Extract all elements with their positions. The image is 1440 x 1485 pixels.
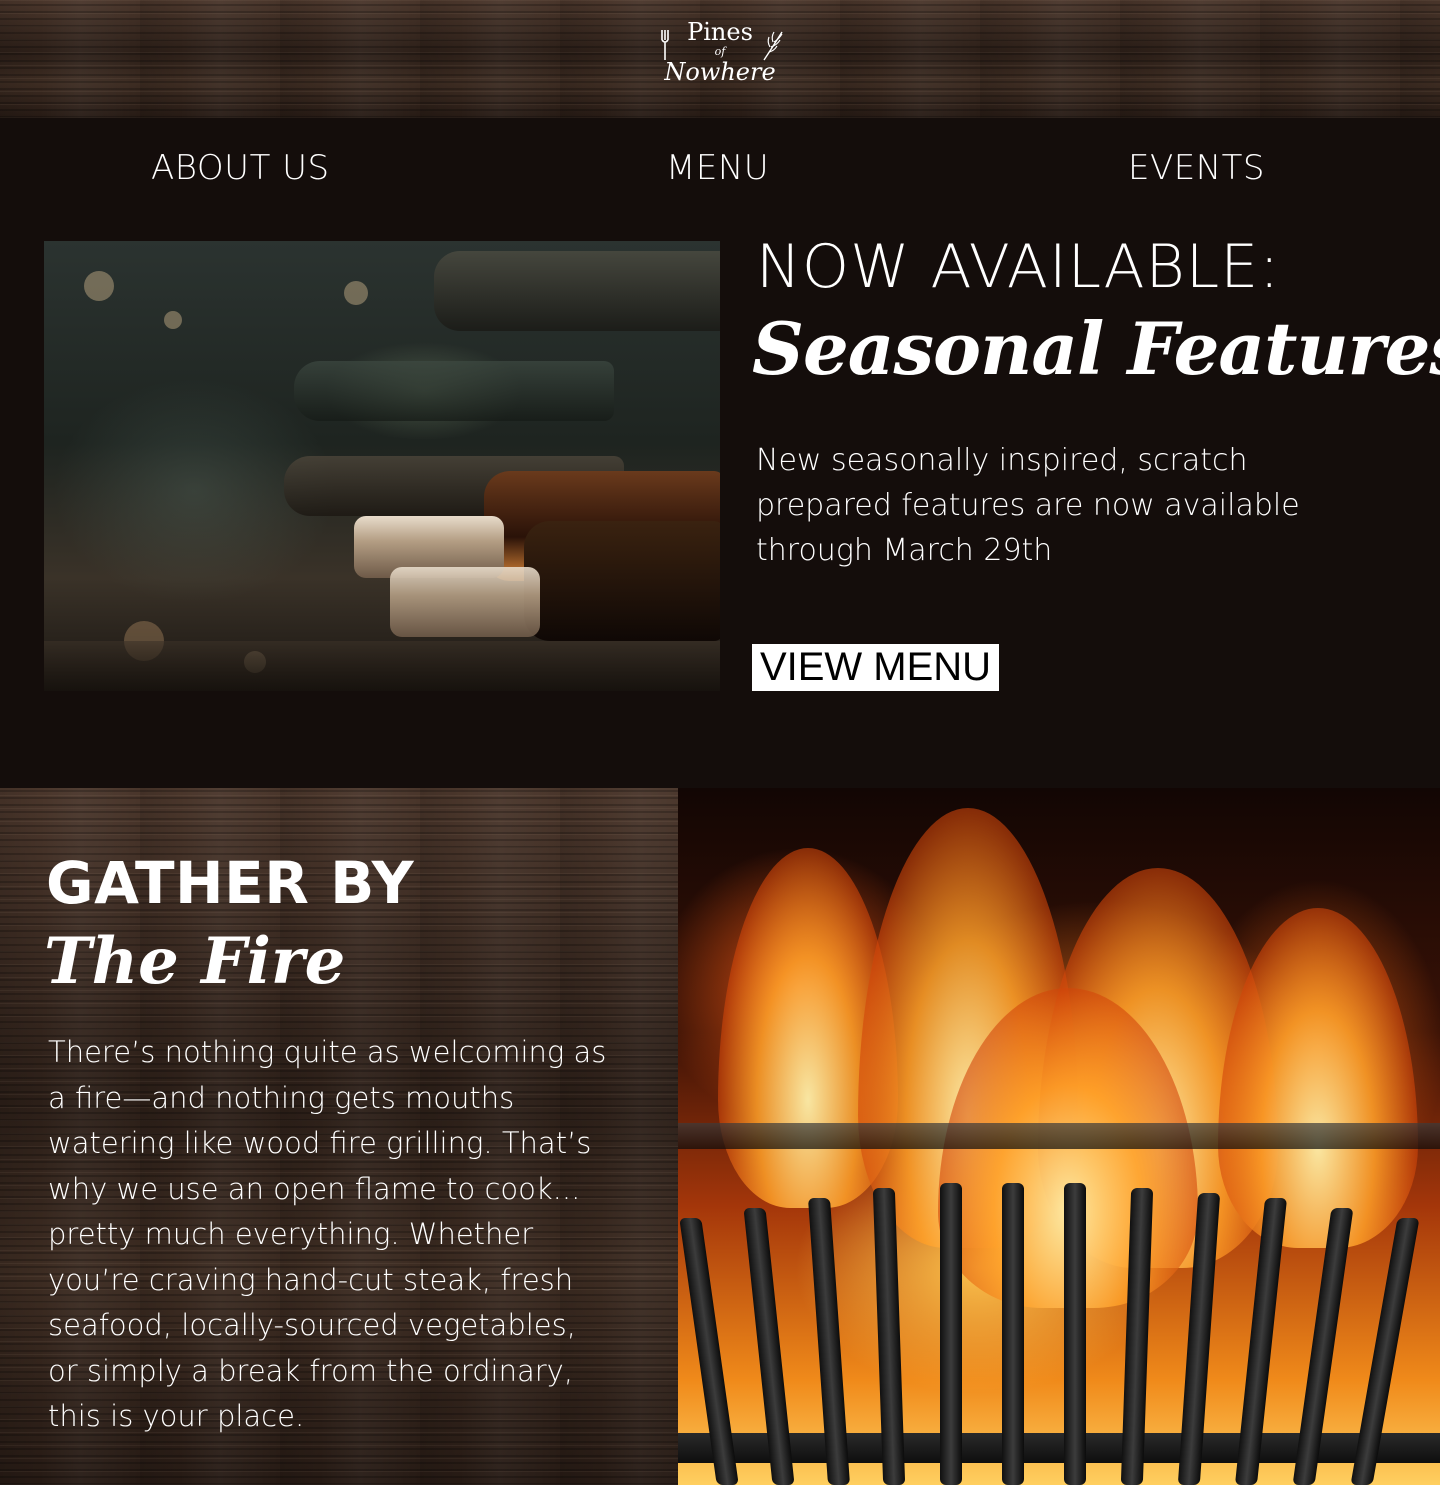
wheat-icon	[763, 31, 783, 61]
hero-description: New seasonally inspired, scratch prepare…	[756, 443, 1300, 568]
fire-script-title: The Fire	[44, 924, 346, 999]
view-menu-button[interactable]: VIEW MENU	[752, 644, 999, 691]
nav-item-events[interactable]: EVENTS	[1128, 148, 1265, 188]
fork-icon	[661, 30, 669, 60]
site-header: Pines of Nowhere	[0, 0, 1440, 118]
fire-title: GATHER BY	[46, 849, 415, 917]
seasonal-features-section: NOW AVAILABLE: Seasonal Features New sea…	[0, 228, 1440, 788]
nav-item-about-us[interactable]: ABOUT US	[151, 148, 330, 188]
hero-script-title: Seasonal Features	[752, 306, 1440, 391]
logo-line-3: Nowhere	[664, 58, 776, 86]
logo[interactable]: Pines of Nowhere	[652, 18, 788, 98]
main-nav: ABOUT US MENU EVENTS	[0, 118, 1440, 228]
fire-text-panel: GATHER BY The Fire There’s nothing quite…	[0, 788, 678, 1485]
gather-by-the-fire-section: GATHER BY The Fire There’s nothing quite…	[0, 788, 1440, 1485]
wine-bottles-photo	[44, 241, 720, 691]
fire-description: There’s nothing quite as welcoming as a …	[48, 1035, 607, 1433]
nav-item-menu[interactable]: MENU	[666, 148, 769, 188]
grill-fire-photo	[678, 788, 1440, 1485]
hero-title: NOW AVAILABLE:	[756, 232, 1281, 302]
